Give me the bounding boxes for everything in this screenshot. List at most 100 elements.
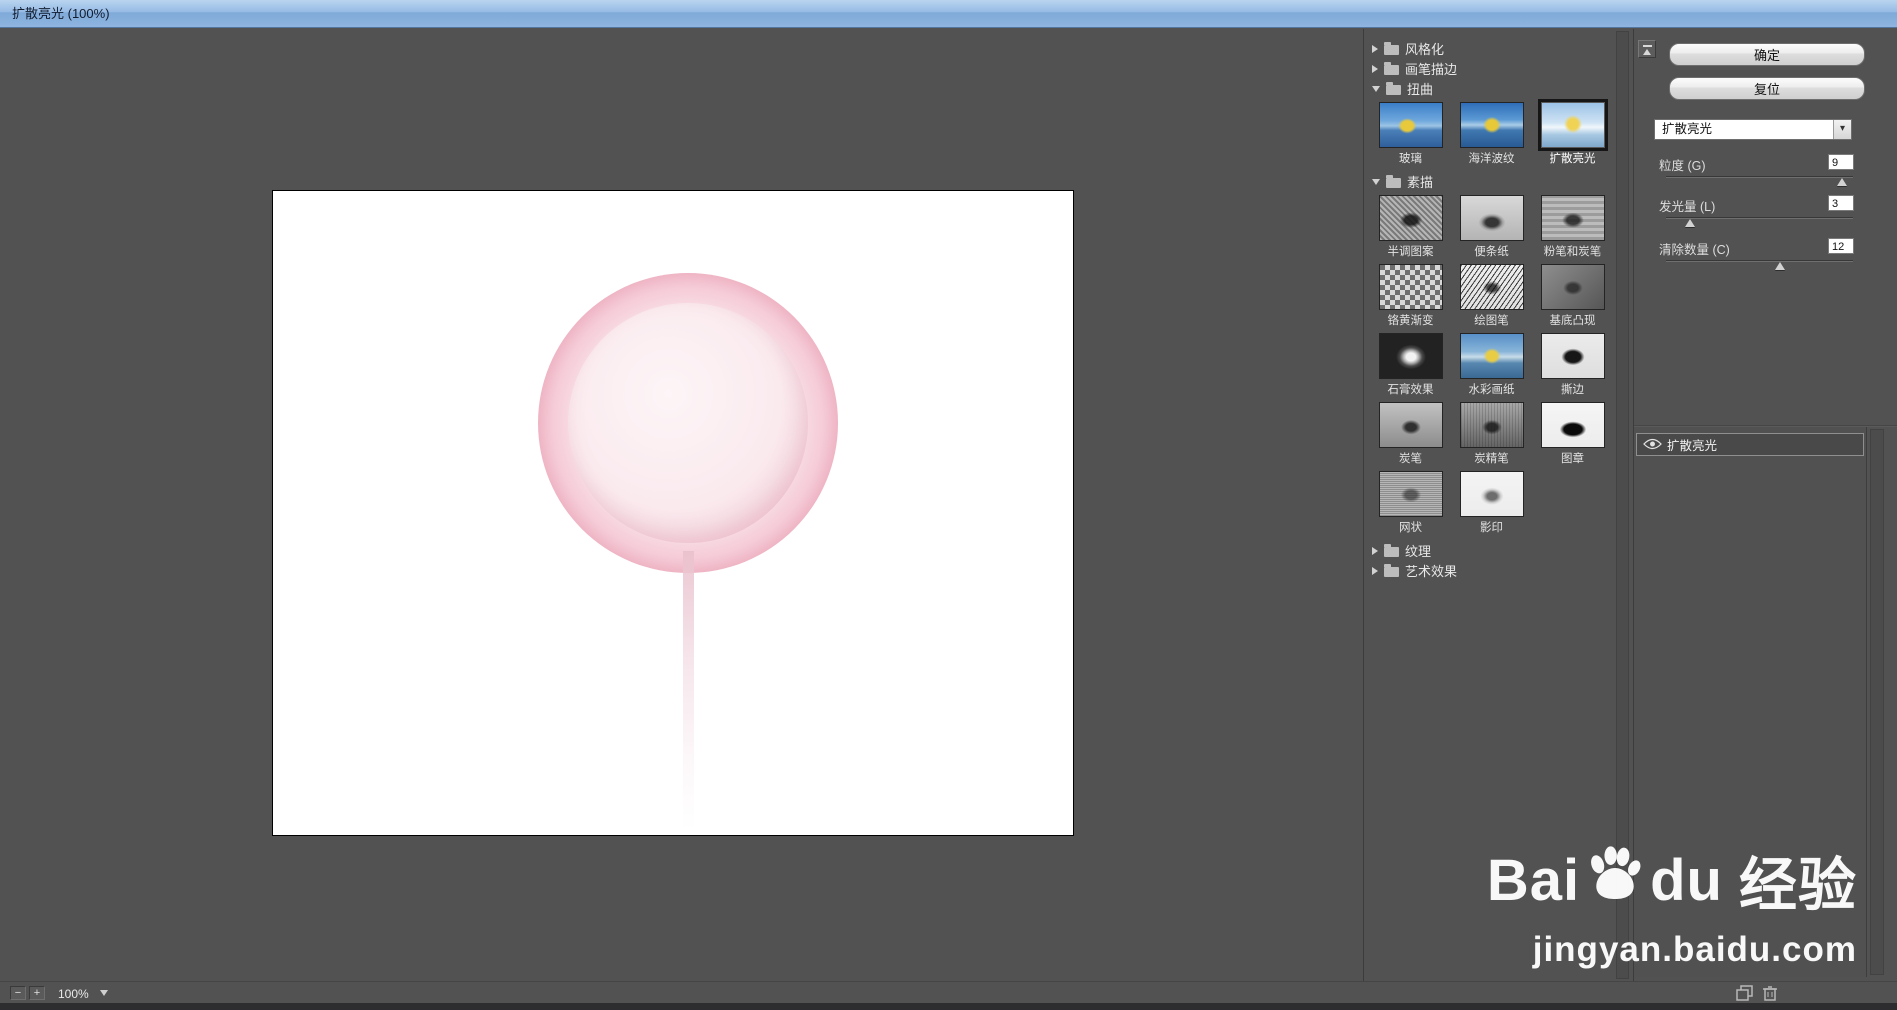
slider-label: 粒度 (G)	[1659, 159, 1706, 173]
lollipop-candy	[568, 303, 808, 543]
triangle-right-icon	[1372, 546, 1378, 555]
slider-track[interactable]	[1666, 217, 1853, 227]
slider-value-input[interactable]: 9	[1828, 154, 1854, 170]
thumbnail-label: 半调图案	[1387, 246, 1434, 258]
filter-dropdown[interactable]: 扩散亮光 ▾	[1654, 119, 1852, 140]
thumbnail-grid: 半调图案 便条纸 粉笔和炭笔铬黄渐变 绘图笔 基底凸现石膏效果 水彩画纸 撕边炭笔 炭精笔 图章…	[1370, 195, 1615, 535]
thumbnail-preview-notepaper	[1459, 195, 1524, 241]
zoom-in-button[interactable]: +	[29, 986, 45, 1000]
slider-thumb[interactable]	[1685, 219, 1696, 227]
category-header[interactable]: 纹理	[1372, 542, 1613, 559]
thumbnail-preview-pen	[1459, 264, 1524, 310]
filter-thumbnail[interactable]: 水彩画纸	[1451, 333, 1532, 397]
collapse-panel-button[interactable]	[1638, 40, 1656, 58]
filter-categories-panel: 风格化画笔描边扭曲玻璃 海洋波纹 扩散亮光素描半调图案 便条纸 粉笔和炭笔铬黄渐变 绘图笔…	[1363, 29, 1615, 981]
thumbnail-label: 网状	[1399, 522, 1422, 534]
filter-thumbnail[interactable]: 撕边	[1532, 333, 1613, 397]
reset-button[interactable]: 复位	[1669, 77, 1865, 100]
category-label: 艺术效果	[1405, 564, 1458, 579]
category-header[interactable]: 画笔描边	[1372, 60, 1613, 77]
filter-thumbnail[interactable]: 海洋波纹	[1451, 102, 1532, 166]
zoom-level[interactable]: 100%	[58, 987, 89, 1001]
thumbnail-label: 撕边	[1561, 384, 1584, 396]
effect-list-scrollbar[interactable]	[1870, 429, 1884, 975]
filter-thumbnail[interactable]: 便条纸	[1451, 195, 1532, 259]
thumbnail-label: 图章	[1561, 453, 1584, 465]
category-header[interactable]: 素描	[1372, 173, 1613, 190]
thumbnail-label: 扩散亮光	[1549, 153, 1596, 165]
slider-value-input[interactable]: 3	[1828, 195, 1854, 211]
triangle-down-icon	[1372, 85, 1380, 92]
thumbnail-label: 基底凸现	[1549, 315, 1596, 327]
thumbnail-label: 便条纸	[1474, 246, 1509, 258]
slider-value-input[interactable]: 12	[1828, 238, 1854, 254]
title-bar: 扩散亮光 (100%)	[0, 0, 1897, 28]
thumbnail-grid: 玻璃 海洋波纹 扩散亮光	[1370, 102, 1615, 166]
zoom-dropdown-icon[interactable]	[100, 990, 108, 996]
effect-layers-list: 扩散亮光	[1634, 427, 1867, 977]
filter-thumbnail[interactable]: 基底凸现	[1532, 264, 1613, 328]
filter-thumbnail[interactable]: 石膏效果	[1370, 333, 1451, 397]
thumbnail-preview-halftone	[1378, 195, 1443, 241]
filter-thumbnail[interactable]: 粉笔和炭笔	[1532, 195, 1613, 259]
thumbnail-preview-conte	[1459, 402, 1524, 448]
category-header[interactable]: 风格化	[1372, 40, 1613, 57]
slider-track[interactable]	[1666, 176, 1853, 186]
filter-thumbnail[interactable]: 图章	[1532, 402, 1613, 466]
new-effect-layer-icon[interactable]	[1736, 985, 1754, 1001]
filter-thumbnail[interactable]: 半调图案	[1370, 195, 1451, 259]
chevron-down-icon: ▾	[1833, 120, 1851, 139]
eye-visibility-icon[interactable]	[1637, 438, 1667, 451]
slider-thumb[interactable]	[1836, 178, 1847, 186]
thumbnail-preview-charcoal	[1378, 402, 1443, 448]
triangle-right-icon	[1372, 44, 1378, 53]
slider-group: 发光量 (L) 3	[1634, 195, 1897, 236]
delete-effect-layer-icon[interactable]	[1762, 985, 1780, 1001]
filter-thumbnail[interactable]: 绘图笔	[1451, 264, 1532, 328]
canvas-image	[272, 190, 1074, 836]
thumbnail-preview-watercolor	[1459, 333, 1524, 379]
filter-thumbnail[interactable]: 网状	[1370, 471, 1451, 535]
filter-thumbnail[interactable]: 铬黄渐变	[1370, 264, 1451, 328]
category-label: 素描	[1407, 175, 1434, 190]
thumbnail-label: 海洋波纹	[1468, 153, 1515, 165]
filter-dropdown-value: 扩散亮光	[1662, 122, 1713, 136]
thumbnail-preview-reticulation	[1378, 471, 1443, 517]
thumbnail-preview-glow	[1540, 102, 1605, 148]
thumbnail-label: 水彩画纸	[1468, 384, 1515, 396]
filter-thumbnail[interactable]: 玻璃	[1370, 102, 1451, 166]
ok-button[interactable]: 确定	[1669, 43, 1865, 66]
effect-layer-row[interactable]: 扩散亮光	[1636, 433, 1864, 456]
thumbnail-preview-chalk	[1540, 195, 1605, 241]
status-bar: − + 100%	[0, 981, 1897, 1003]
slider-track[interactable]	[1666, 260, 1853, 270]
slider-group: 粒度 (G) 9	[1634, 154, 1897, 195]
zoom-out-button[interactable]: −	[10, 986, 26, 1000]
thumbnail-label: 铬黄渐变	[1387, 315, 1434, 327]
slider-thumb[interactable]	[1775, 262, 1786, 270]
category-header[interactable]: 扭曲	[1372, 80, 1613, 97]
thumbnail-label: 石膏效果	[1387, 384, 1434, 396]
category-label: 风格化	[1405, 42, 1445, 57]
folder-icon	[1386, 81, 1401, 95]
slider-label: 发光量 (L)	[1659, 200, 1716, 214]
category-header[interactable]: 艺术效果	[1372, 562, 1613, 579]
thumbnail-preview-basrelief	[1540, 264, 1605, 310]
folder-icon	[1384, 41, 1399, 55]
folder-icon	[1384, 563, 1399, 577]
filter-thumbnail[interactable]: 炭笔	[1370, 402, 1451, 466]
thumbnail-preview-photocopy	[1459, 471, 1524, 517]
lollipop-stick	[683, 551, 694, 831]
preview-area[interactable]	[0, 29, 1362, 981]
thumbnail-scrollbar[interactable]	[1616, 31, 1629, 979]
slider-group: 清除数量 (C) 12	[1634, 238, 1897, 279]
filter-thumbnail[interactable]: 炭精笔	[1451, 402, 1532, 466]
category-label: 纹理	[1405, 544, 1432, 559]
filter-thumbnail[interactable]: 影印	[1451, 471, 1532, 535]
thumbnail-label: 绘图笔	[1474, 315, 1509, 327]
thumbnail-preview-ocean	[1459, 102, 1524, 148]
thumbnail-preview-stamp	[1540, 402, 1605, 448]
filter-thumbnail[interactable]: 扩散亮光	[1532, 102, 1613, 166]
collapse-icon	[1643, 45, 1652, 47]
thumbnail-label: 炭精笔	[1474, 453, 1509, 465]
